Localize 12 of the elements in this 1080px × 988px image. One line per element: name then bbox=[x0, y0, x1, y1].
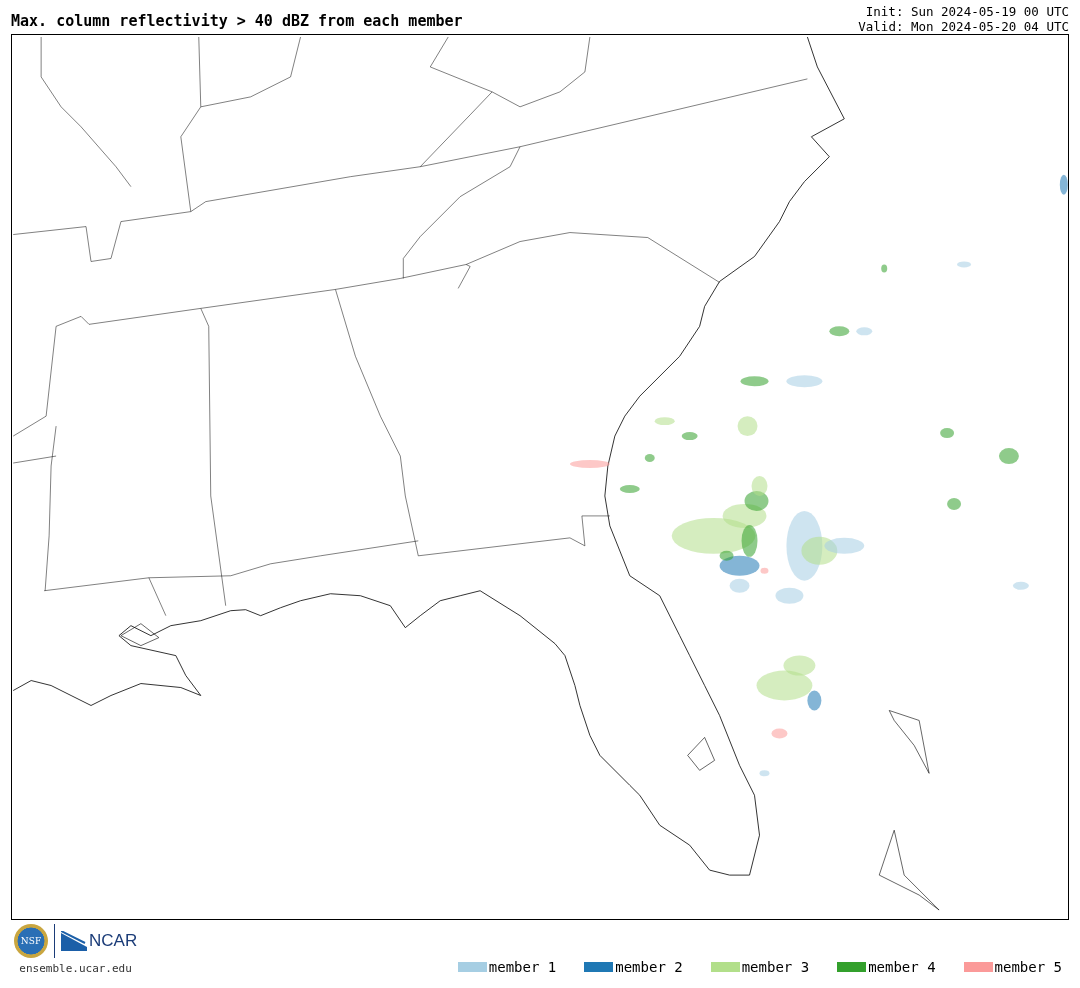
legend-label: member 5 bbox=[994, 959, 1062, 975]
nsf-logo: NSF bbox=[14, 924, 48, 958]
ncar-logo-icon bbox=[61, 931, 87, 951]
valid-time: Valid: Mon 2024-05-20 04 UTC bbox=[858, 19, 1069, 34]
legend-label: member 1 bbox=[488, 959, 557, 975]
legend-label: member 2 bbox=[615, 959, 683, 975]
legend-label: member 4 bbox=[868, 959, 936, 975]
chart-title: Max. column reflectivity > 40 dBZ from each member bbox=[11, 12, 463, 32]
init-time: Init: Sun 2024-05-19 00 UTC bbox=[865, 4, 1069, 19]
website-url: ensemble.ucar.edu bbox=[19, 962, 132, 975]
legend-label: member 3 bbox=[741, 959, 810, 975]
ncar-logo-text: NCAR bbox=[89, 931, 138, 951]
